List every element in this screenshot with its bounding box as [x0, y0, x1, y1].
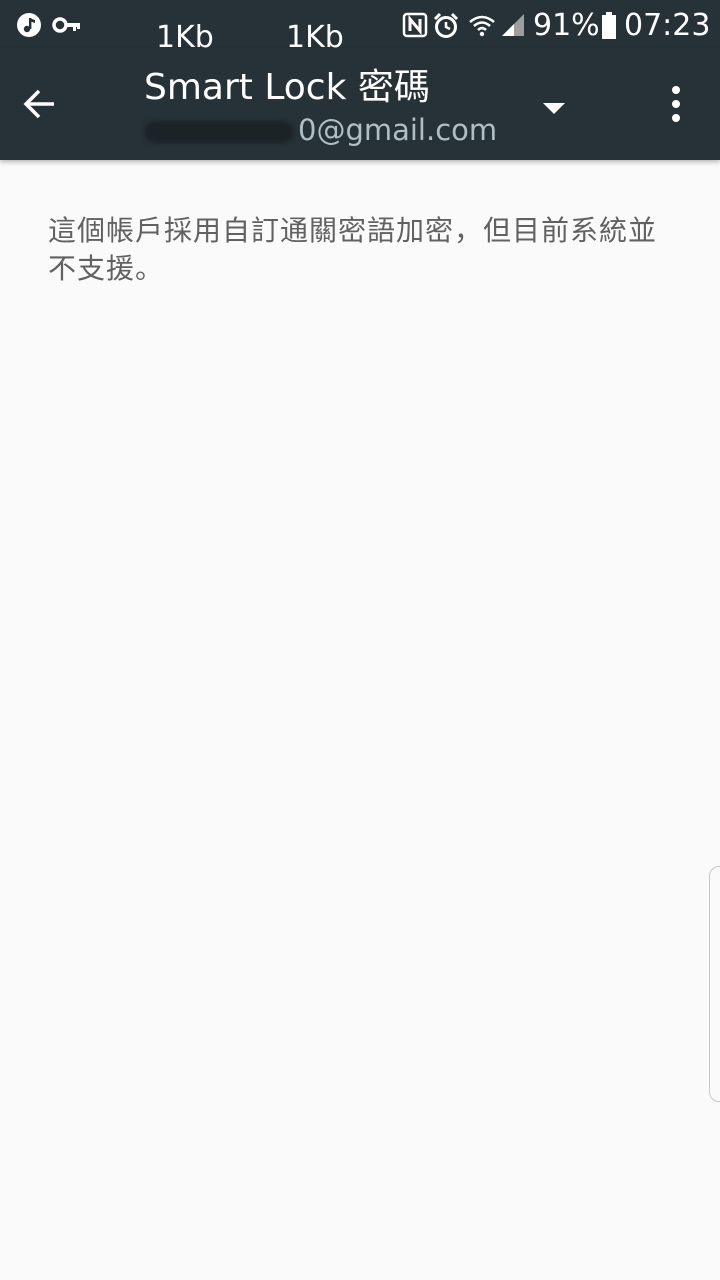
battery-icon	[602, 12, 616, 39]
dropdown-arrow-icon	[543, 103, 565, 114]
account-email: 0@gmail.com	[298, 113, 498, 147]
more-vert-icon	[672, 86, 680, 122]
more-options-button[interactable]	[656, 76, 696, 132]
clock: 07:23	[624, 8, 711, 43]
status-bar: 1Kb 1Kb 91% 07:23	[0, 0, 720, 55]
wifi-icon	[469, 15, 495, 37]
arrow-back-icon	[23, 89, 54, 119]
unsupported-passphrase-message: 這個帳戶採用自訂通關密語加密，但目前系統並不支援。	[48, 214, 658, 285]
edge-panel-handle[interactable]	[709, 866, 720, 1102]
nfc-icon	[402, 12, 428, 38]
music-icon	[17, 13, 41, 37]
account-dropdown-button[interactable]	[532, 88, 576, 128]
alarm-icon	[433, 12, 459, 38]
battery-percent: 91%	[533, 8, 600, 43]
app-bar: Smart Lock 密碼 0@gmail.com	[0, 48, 720, 160]
redacted-account-name	[144, 121, 294, 143]
back-button[interactable]	[20, 84, 92, 128]
page-title: Smart Lock 密碼	[144, 67, 430, 108]
account-selector[interactable]: 0@gmail.com	[144, 112, 497, 148]
cell-signal-icon	[502, 14, 524, 36]
vpn-key-icon	[52, 17, 80, 33]
